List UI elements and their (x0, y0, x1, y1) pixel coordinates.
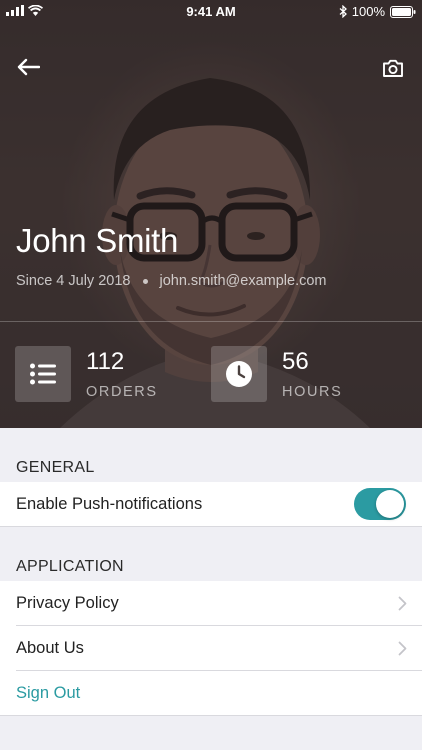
section-header-general: GENERAL (16, 459, 95, 476)
hours-stat[interactable]: 56 HOURS (211, 346, 342, 402)
hours-count: 56 (282, 348, 309, 375)
sign-out-row[interactable]: Sign Out (0, 671, 422, 716)
list-icon (30, 363, 56, 385)
chevron-right-icon (398, 596, 407, 611)
hero-divider (0, 321, 422, 322)
camera-button[interactable] (378, 53, 408, 83)
orders-count: 112 (86, 348, 125, 375)
member-since: Since 4 July 2018 (16, 273, 131, 289)
privacy-policy-row[interactable]: Privacy Policy (0, 581, 422, 626)
section-header-application: APPLICATION (16, 558, 124, 575)
toggle-knob (376, 490, 404, 518)
about-us-label: About Us (16, 639, 84, 657)
camera-icon (383, 59, 403, 77)
clock-icon (226, 361, 252, 387)
meta-separator (143, 278, 149, 284)
back-button[interactable] (13, 52, 43, 82)
back-arrow-icon (17, 58, 40, 76)
push-notifications-row[interactable]: Enable Push-notifications (0, 482, 422, 527)
chevron-right-icon (398, 641, 407, 656)
battery-percent: 100% (351, 4, 385, 19)
profile-hero: 9:41 AM 100% John Smith Since 4 July 201… (0, 0, 422, 428)
profile-meta: Since 4 July 2018 john.smith@example.com (16, 273, 327, 289)
sign-out-button[interactable]: Sign Out (16, 684, 80, 703)
orders-icon-tile (15, 346, 71, 402)
about-us-row[interactable]: About Us (0, 626, 422, 671)
hours-label: HOURS (282, 384, 343, 400)
profile-name: John Smith (16, 222, 179, 259)
orders-stat[interactable]: 112 ORDERS (15, 346, 158, 402)
profile-email: john.smith@example.com (159, 273, 327, 289)
bluetooth-icon (339, 5, 347, 18)
hours-icon-tile (211, 346, 267, 402)
status-right: 100% (339, 4, 416, 19)
battery-icon (390, 5, 416, 18)
status-bar: 9:41 AM 100% (0, 0, 422, 22)
push-notifications-label: Enable Push-notifications (16, 494, 203, 513)
push-notifications-toggle[interactable] (354, 488, 406, 520)
privacy-policy-label: Privacy Policy (16, 594, 119, 612)
orders-label: ORDERS (86, 384, 158, 400)
